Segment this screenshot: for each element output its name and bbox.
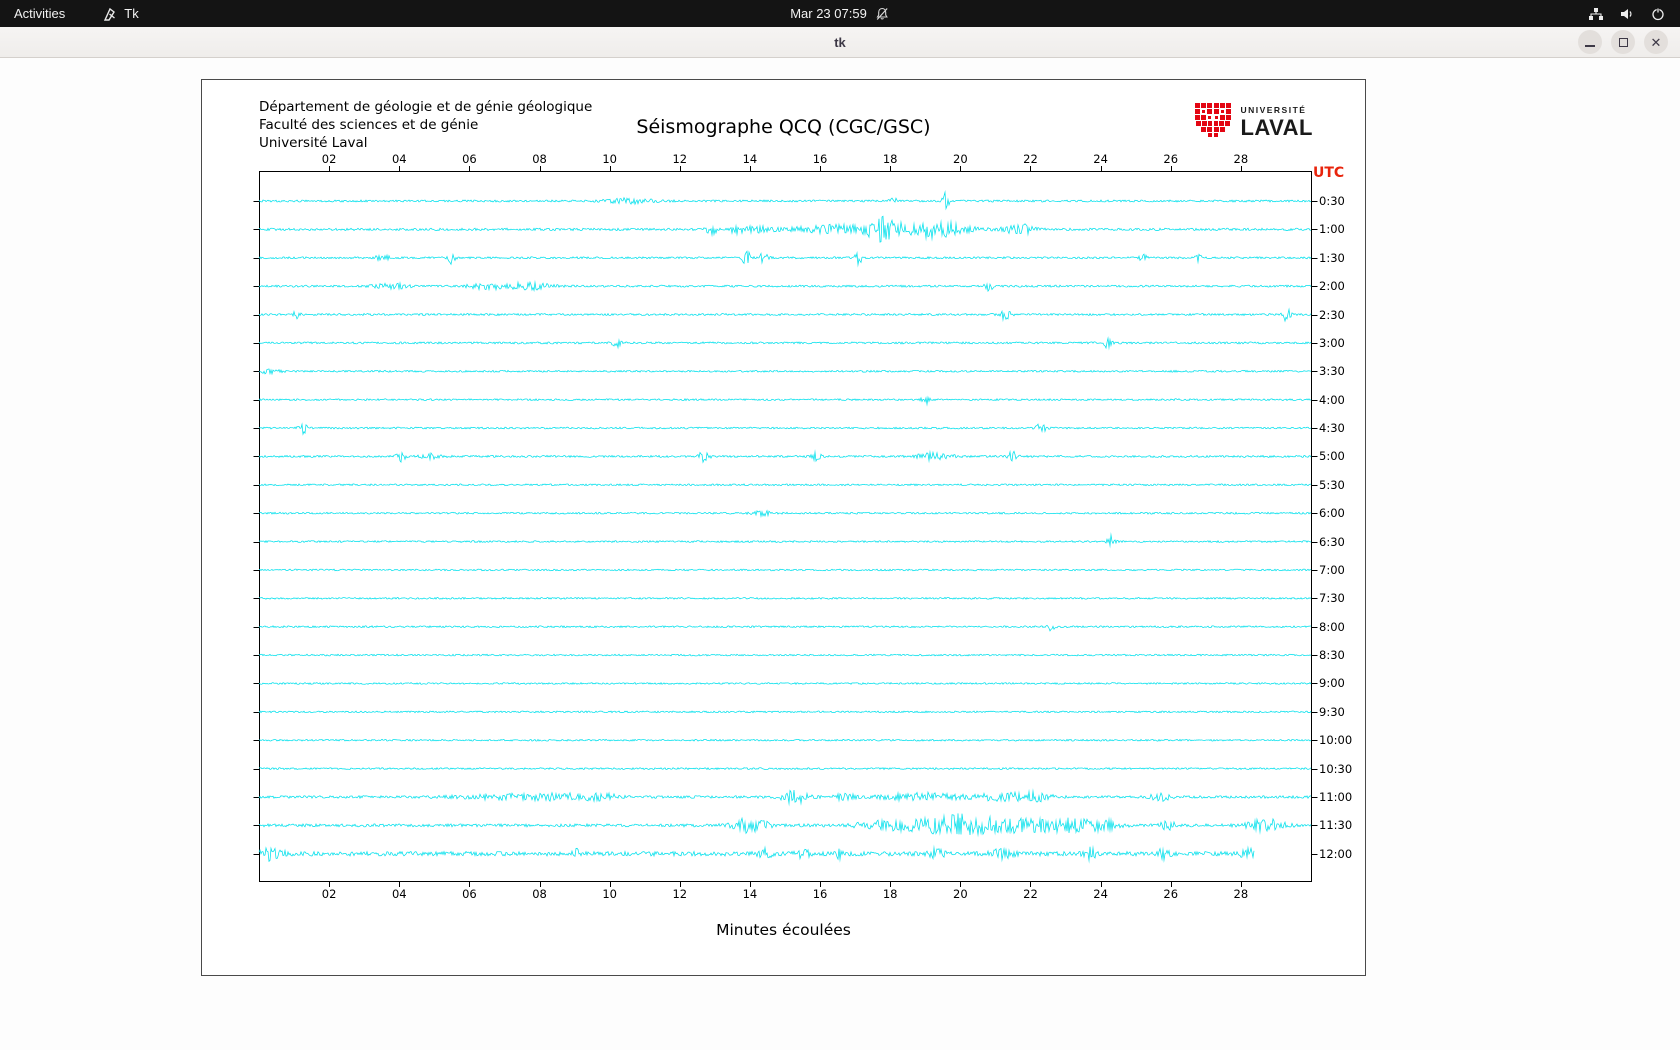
x-tick-label: 18 (882, 887, 898, 901)
institution-line: Département de géologie et de génie géol… (259, 99, 593, 115)
x-tick-label: 26 (1163, 887, 1179, 901)
x-tick-label: 14 (742, 887, 758, 901)
row-time-label: 8:00 (1319, 619, 1345, 634)
x-tick-label: 24 (1093, 887, 1108, 901)
minimize-button[interactable] (1578, 30, 1602, 54)
row-time-label: 10:00 (1319, 733, 1353, 748)
x-tick-label: 04 (391, 887, 407, 901)
logo-word-laval: LAVAL (1240, 114, 1313, 140)
x-tick-label: 24 (1093, 152, 1108, 166)
x-axis-title: Minutes écoulées (716, 921, 851, 939)
row-time-label: 6:00 (1319, 506, 1345, 521)
x-tick-label: 26 (1163, 152, 1179, 166)
row-time-label: 1:00 (1319, 222, 1345, 237)
x-tick-label: 14 (742, 152, 758, 166)
row-time-label: 7:30 (1319, 591, 1345, 606)
row-time-label: 4:30 (1319, 421, 1345, 436)
row-time-label: 8:30 (1319, 648, 1345, 663)
activities-button[interactable]: Activities (14, 6, 65, 21)
clock-text: Mar 23 07:59 (790, 6, 867, 21)
app-indicator-label: Tk (124, 6, 139, 21)
x-tick-label: 02 (321, 887, 337, 901)
row-time-label: 6:30 (1319, 534, 1345, 549)
x-tick-label: 12 (672, 152, 688, 166)
window-content: Département de géologie et de génie géol… (0, 58, 1680, 1050)
app-indicator[interactable]: Tk (101, 6, 139, 22)
seismograph-app-frame: Département de géologie et de génie géol… (201, 79, 1366, 976)
x-tick-label: 16 (812, 152, 828, 166)
x-tick-label: 20 (953, 887, 968, 901)
row-time-label: 3:00 (1319, 335, 1345, 350)
laval-shield-icon (1194, 102, 1232, 143)
x-tick-label: 28 (1233, 152, 1249, 166)
row-time-label: 1:30 (1319, 250, 1345, 265)
window-titlebar[interactable]: tk ✕ (0, 27, 1680, 58)
x-tick-label: 02 (321, 152, 337, 166)
x-tick-label: 18 (882, 152, 898, 166)
row-time-label: 7:00 (1319, 562, 1345, 577)
tk-feather-icon (101, 6, 117, 22)
row-time-label: 12:00 (1319, 846, 1353, 861)
x-tick-label: 04 (391, 152, 407, 166)
row-time-label: 0:30 (1319, 194, 1345, 208)
chart-title: Séismographe QCQ (CGC/GSC) (636, 116, 931, 138)
row-time-label: 2:00 (1319, 279, 1345, 294)
close-button[interactable]: ✕ (1644, 30, 1668, 54)
x-tick-label: 10 (602, 152, 617, 166)
row-time-label: 4:00 (1319, 392, 1345, 407)
minimize-icon (1585, 45, 1595, 47)
bell-slash-icon (874, 6, 890, 22)
close-icon: ✕ (1650, 34, 1662, 50)
volume-icon[interactable] (1619, 6, 1635, 22)
x-tick-label: 16 (812, 887, 828, 901)
network-nodes-icon[interactable] (1588, 6, 1604, 22)
maximize-button[interactable] (1611, 30, 1635, 54)
x-tick-label: 22 (1023, 887, 1038, 901)
row-time-label: 5:30 (1319, 477, 1345, 492)
row-time-label: 3:30 (1319, 364, 1345, 379)
row-time-label: 10:30 (1319, 761, 1353, 776)
clock-button[interactable]: Mar 23 07:59 (790, 6, 890, 22)
x-tick-label: 12 (672, 887, 688, 901)
seismogram-canvas (247, 159, 1323, 893)
x-tick-label: 28 (1233, 887, 1249, 901)
row-time-label: 5:00 (1319, 449, 1345, 464)
logo-word-universite: UNIVERSITÉ (1240, 105, 1307, 116)
row-time-label: 9:00 (1319, 676, 1345, 691)
x-tick-label: 20 (953, 152, 968, 166)
window-title: tk (834, 34, 846, 50)
universite-laval-logo: UNIVERSITÉ LAVAL (1194, 102, 1313, 143)
x-tick-label: 22 (1023, 152, 1038, 166)
row-time-label: 9:30 (1319, 704, 1345, 719)
x-tick-label: 08 (532, 152, 547, 166)
x-tick-label: 10 (602, 887, 617, 901)
power-icon[interactable] (1650, 6, 1666, 22)
row-time-label: 11:30 (1319, 818, 1353, 833)
top-bar: Activities Tk Mar 23 07:59 (0, 0, 1680, 27)
maximize-icon (1618, 37, 1628, 47)
row-time-label: 2:30 (1319, 307, 1345, 322)
row-time-label: 11:00 (1319, 789, 1353, 804)
x-tick-label: 06 (462, 887, 477, 901)
x-tick-label: 06 (462, 152, 477, 166)
x-tick-label: 08 (532, 887, 547, 901)
